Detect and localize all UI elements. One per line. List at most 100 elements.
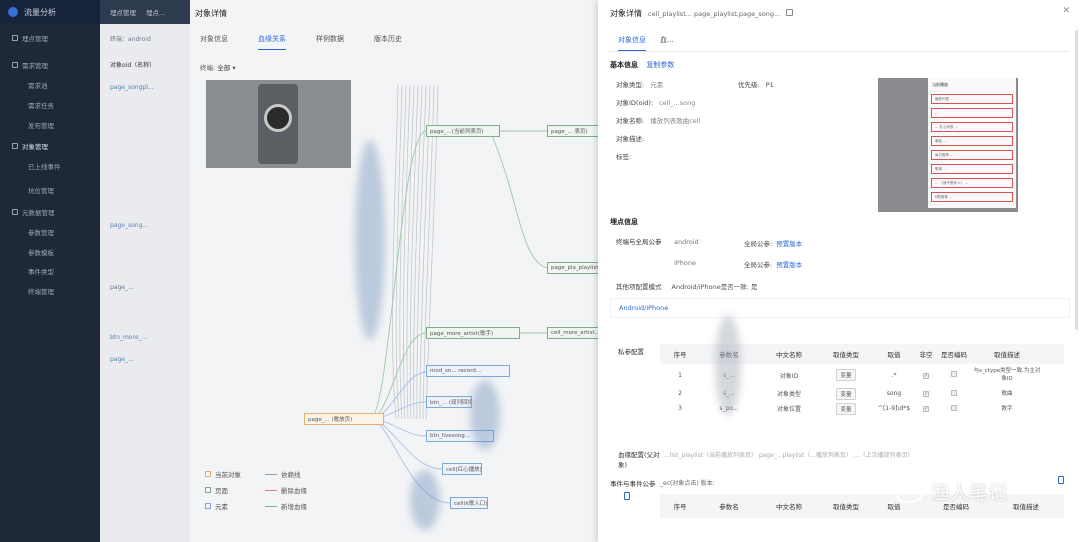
table-cell: 变量	[820, 369, 872, 381]
object-oid-field: 对象ID(oid): cell_...song	[616, 97, 695, 107]
sidebar-item-label: 发布管理	[28, 122, 54, 130]
expand-icon[interactable]	[624, 492, 630, 500]
preview-row: ... 红心列表 ...	[931, 122, 1013, 132]
checkbox	[923, 406, 929, 412]
lineage-config-label: 血缘配置(父对象)	[618, 451, 660, 469]
detail-tabs: 对象信息 血...	[618, 35, 674, 51]
lineage-node[interactable]: mod_sn... record...	[426, 365, 510, 377]
object-preview-image[interactable]: 当前播放 播放列表 ...... ... 红心列表 ... 单曲 ... 每日推荐 .…	[878, 78, 1018, 212]
lineage-node[interactable]: cell(红心播放)	[442, 463, 482, 475]
lineage-node[interactable]: page_...(当前列表页)	[426, 125, 500, 137]
sidebar-item[interactable]: 参数管理	[0, 224, 100, 240]
checkbox	[951, 389, 957, 396]
top-nav: 埋点管理 埋点...	[100, 0, 190, 24]
close-icon[interactable]: ✕	[1062, 6, 1070, 16]
sidebar-item[interactable]: 终端管理	[0, 283, 100, 299]
other-config-row: 其他项配置模式 Android/iPhone是否一致: 是	[616, 281, 758, 291]
sidebar-item-label: 需求管理	[22, 62, 48, 70]
value-type-tag: 变量	[836, 402, 856, 415]
list-item[interactable]: page_...	[110, 284, 134, 291]
table-cell: song	[886, 390, 902, 397]
sidebar-item-label: 事件类型	[28, 268, 54, 276]
object-oid-label: 对象ID(oid):	[616, 99, 654, 107]
list-item[interactable]: btn_more_...	[110, 334, 147, 341]
checkbox	[951, 371, 957, 377]
sidebar-item[interactable]: 需求任务	[0, 97, 100, 113]
table-cell: 2	[678, 390, 682, 397]
sidebar-item[interactable]: 坑位管理	[0, 182, 100, 198]
table-cell: 3	[678, 405, 682, 412]
list-item[interactable]: page_song...	[110, 222, 148, 229]
legend-item: 新增血缘	[265, 501, 325, 511]
preset-version-link[interactable]: 预置版本	[776, 259, 802, 269]
sidebar-item[interactable]: 埋点管理	[0, 30, 100, 46]
brand-name: 流量分析	[24, 7, 56, 17]
legend-label: 页面	[215, 487, 228, 495]
lineage-node[interactable]: page_pla_playlist...	[547, 262, 599, 274]
sidebar-item-label: 对象管理	[22, 143, 48, 151]
lineage-node[interactable]: cell_more_artist...	[547, 327, 599, 339]
legend-label: 新增血缘	[281, 503, 307, 511]
table-cell: 对象位置	[776, 406, 801, 413]
brand-logo[interactable]: 流量分析	[0, 0, 100, 24]
menu-icon	[12, 143, 18, 149]
blurred-region	[410, 470, 440, 530]
preset-version-link[interactable]: 预置版本	[776, 238, 802, 248]
object-oid-value: cell_...song	[659, 99, 696, 107]
top-nav-item[interactable]: 埋点...	[146, 7, 165, 17]
preview-row: K歌推荐 ...	[931, 192, 1013, 202]
list-filter[interactable]: 终端：android	[110, 34, 151, 43]
platform-name: iPhone	[674, 259, 696, 267]
tab-lineage[interactable]: 血...	[660, 35, 674, 51]
watermark: 渔人笔记	[895, 478, 1007, 505]
lineage-node[interactable]: cell(k歌入口)	[450, 497, 488, 509]
sidebar-item[interactable]: 发布管理	[0, 117, 100, 133]
private-params-label: 私参配置	[618, 348, 644, 356]
legend-item: 页面	[205, 485, 265, 495]
checkbox	[923, 391, 929, 397]
table-cell: 对象ID	[779, 372, 799, 380]
tab-android-iphone[interactable]: Android/iPhone	[610, 298, 1070, 318]
table-cell: ^[1-9]\d*$	[877, 405, 911, 412]
legend-swatch	[205, 471, 211, 477]
expand-icon[interactable]	[1058, 476, 1064, 484]
sidebar-item[interactable]: 对象管理	[0, 138, 100, 154]
sidebar-item[interactable]: 已上线事件	[0, 158, 100, 174]
lineage-node[interactable]: page_more_artist(歌手)	[426, 327, 520, 339]
checkbox	[951, 404, 957, 411]
legend-swatch	[265, 473, 277, 475]
lineage-node[interactable]: btn_... (双列回切)	[426, 396, 472, 408]
preview-row: 歌单 ...	[931, 164, 1013, 174]
sidebar-item[interactable]: 需求池	[0, 77, 100, 93]
top-nav-item[interactable]: 埋点管理	[110, 7, 136, 17]
copy-params-link[interactable]: 复制参数	[646, 61, 674, 69]
table-cell	[936, 389, 972, 398]
lineage-node[interactable]: page_... 表页)	[547, 125, 599, 137]
table-cell: 与s_ctype类型一致,为主对象ID	[973, 368, 1041, 382]
preview-row: ...	[931, 108, 1013, 118]
tags-label: 标签:	[616, 153, 632, 161]
preview-row: ... 《我不是你人》 ...	[931, 178, 1013, 188]
scrollbar[interactable]	[1075, 30, 1078, 330]
list-item[interactable]: page_songpl...	[110, 84, 154, 91]
checkbox	[923, 372, 929, 379]
sidebar-item[interactable]: 元数据管理	[0, 204, 100, 220]
detail-subtitle: cell_playlist... page_playlist,page_song…	[648, 10, 781, 18]
lineage-node[interactable]: page_... (歌放页)	[304, 413, 384, 425]
list-item[interactable]: page_...	[110, 356, 134, 363]
sidebar-item[interactable]: 事件类型	[0, 263, 100, 279]
table-cell: 变量	[820, 402, 872, 415]
basic-info-section: 基本信息 复制参数	[610, 60, 674, 70]
sidebar-item-label: 参数管理	[28, 229, 54, 237]
sidebar: 流量分析 埋点管理需求管理需求池需求任务发布管理对象管理已上线事件坑位管理元数据…	[0, 0, 100, 542]
sidebar-item-label: 需求池	[28, 82, 48, 90]
tab-object-info[interactable]: 对象信息	[618, 35, 646, 51]
column-header: 取值描述	[994, 351, 1020, 359]
copy-icon[interactable]	[786, 9, 794, 16]
column-header: 序号	[673, 351, 687, 359]
table-cell: 变量	[820, 387, 872, 400]
column-header: 序号	[673, 503, 687, 511]
legend-swatch	[265, 489, 277, 491]
sidebar-item[interactable]: 需求管理	[0, 57, 100, 73]
sidebar-item[interactable]: 参数模板	[0, 244, 100, 260]
